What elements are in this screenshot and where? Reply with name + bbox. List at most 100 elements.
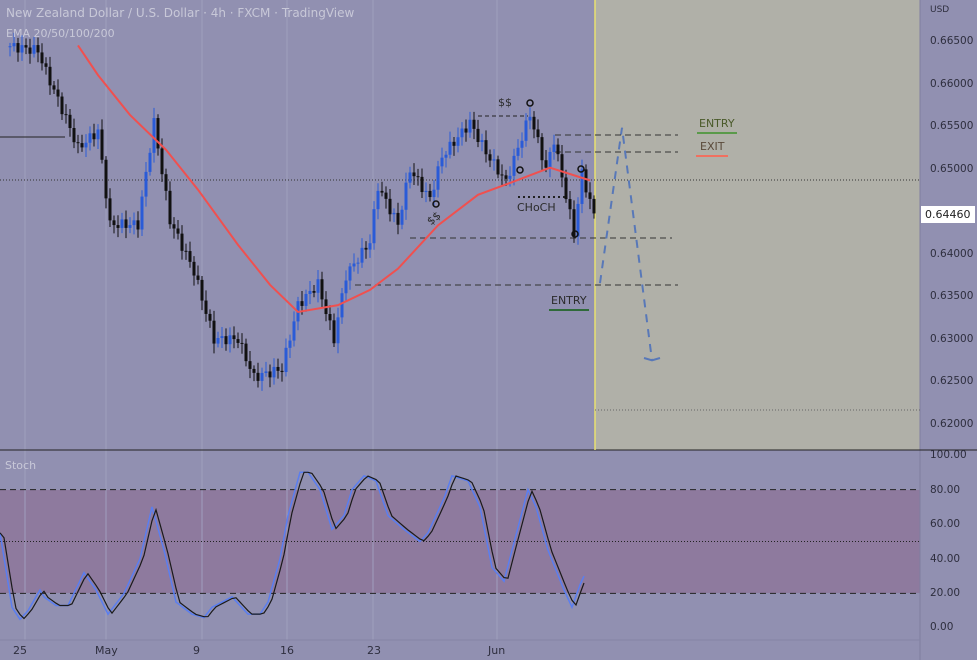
candle-body bbox=[192, 261, 196, 276]
candle-body bbox=[172, 224, 176, 229]
candle-body bbox=[120, 219, 124, 228]
candle-body bbox=[244, 343, 248, 362]
date-tick: 25 bbox=[13, 644, 27, 657]
candle-body bbox=[160, 148, 164, 175]
candle-body bbox=[136, 220, 140, 230]
candle-body bbox=[328, 314, 332, 321]
candle-body bbox=[588, 192, 592, 199]
ema-line bbox=[77, 44, 591, 314]
chart-canvas[interactable] bbox=[0, 0, 977, 660]
candle-body bbox=[540, 137, 544, 161]
entry-label-lower: ENTRY bbox=[549, 294, 589, 311]
candle-body bbox=[64, 114, 68, 116]
candle-body bbox=[532, 116, 536, 130]
candle-body bbox=[376, 190, 380, 210]
candle-body bbox=[180, 233, 184, 251]
candle-body bbox=[584, 169, 588, 193]
exit-label: EXIT bbox=[696, 140, 729, 157]
candle-body bbox=[44, 63, 48, 67]
candle-body bbox=[24, 45, 28, 48]
candle-body bbox=[304, 293, 308, 306]
candle-body bbox=[128, 225, 132, 228]
candle-body bbox=[28, 47, 32, 54]
candle-body bbox=[12, 43, 16, 47]
candle-body bbox=[60, 96, 64, 115]
chart-title: New Zealand Dollar / U.S. Dollar · 4h · … bbox=[6, 6, 355, 20]
candle-body bbox=[496, 159, 500, 175]
indicator-label[interactable]: EMA 20/50/100/200 bbox=[6, 27, 115, 40]
candle-body bbox=[388, 198, 392, 215]
candle-body bbox=[464, 128, 468, 133]
stoch-label[interactable]: Stoch bbox=[5, 459, 36, 472]
stoch-tick: 80.00 bbox=[930, 484, 961, 496]
candle-body bbox=[96, 129, 100, 140]
candle-body bbox=[188, 251, 192, 262]
candle-body bbox=[216, 338, 220, 344]
candle-body bbox=[452, 141, 456, 146]
stoch-tick: 20.00 bbox=[930, 587, 961, 599]
candle-body bbox=[88, 133, 92, 143]
candle-body bbox=[416, 176, 420, 178]
candle-body bbox=[424, 190, 428, 193]
candle-body bbox=[352, 263, 356, 267]
candle-body bbox=[468, 119, 472, 133]
date-tick: 9 bbox=[193, 644, 200, 657]
candle-body bbox=[232, 335, 236, 340]
liquidity-label-top: $$ bbox=[498, 96, 512, 109]
candle-body bbox=[32, 45, 36, 54]
candle-body bbox=[292, 321, 296, 341]
candle-body bbox=[348, 266, 352, 281]
candle-body bbox=[372, 209, 376, 244]
candle-body bbox=[48, 66, 52, 86]
price-tick: 0.65000 bbox=[930, 163, 974, 175]
candle-body bbox=[336, 317, 340, 344]
stoch-tick: 100.00 bbox=[930, 449, 967, 461]
candle-body bbox=[68, 114, 72, 129]
candle-body bbox=[472, 119, 476, 129]
candle-body bbox=[108, 198, 112, 221]
candle-body bbox=[200, 279, 204, 301]
candle-body bbox=[556, 144, 560, 155]
price-tick: 0.62500 bbox=[930, 375, 974, 387]
tradingview-chart[interactable]: New Zealand Dollar / U.S. Dollar · 4h · … bbox=[0, 0, 977, 660]
candle-body bbox=[52, 85, 56, 90]
candle-body bbox=[544, 160, 548, 168]
candle-body bbox=[488, 154, 492, 161]
candle-body bbox=[564, 177, 568, 200]
price-tick: 0.63000 bbox=[930, 333, 974, 345]
candle-body bbox=[316, 279, 320, 293]
candle-body bbox=[148, 152, 152, 172]
candle-body bbox=[248, 361, 252, 369]
candle-body bbox=[444, 154, 448, 158]
candle-body bbox=[300, 301, 304, 306]
candle-body bbox=[312, 290, 316, 293]
price-tick: 0.66000 bbox=[930, 78, 974, 90]
candle-body bbox=[476, 128, 480, 142]
candle-body bbox=[204, 300, 208, 314]
candle-body bbox=[164, 174, 168, 191]
future-area bbox=[595, 0, 920, 450]
candle-body bbox=[256, 372, 260, 381]
stoch-tick: 0.00 bbox=[930, 621, 954, 633]
stoch-tick: 60.00 bbox=[930, 518, 961, 530]
candle-body bbox=[36, 45, 40, 53]
candle-body bbox=[456, 137, 460, 146]
price-tick: 0.62000 bbox=[930, 418, 974, 430]
candle-body bbox=[440, 157, 444, 167]
price-tick: 0.63500 bbox=[930, 290, 974, 302]
price-tick: 0.66500 bbox=[930, 35, 974, 47]
candle-body bbox=[288, 340, 292, 348]
candle-body bbox=[344, 280, 348, 294]
candle-body bbox=[8, 46, 12, 48]
candle-body bbox=[420, 176, 424, 193]
candle-body bbox=[140, 196, 144, 230]
candle-body bbox=[360, 247, 364, 263]
candle-body bbox=[368, 243, 372, 250]
candle-body bbox=[364, 247, 368, 250]
candle-body bbox=[116, 225, 120, 228]
candle-body bbox=[380, 190, 384, 193]
candle-body bbox=[284, 347, 288, 373]
candle-body bbox=[560, 154, 564, 178]
candle-body bbox=[276, 366, 280, 371]
candle-body bbox=[404, 182, 408, 210]
